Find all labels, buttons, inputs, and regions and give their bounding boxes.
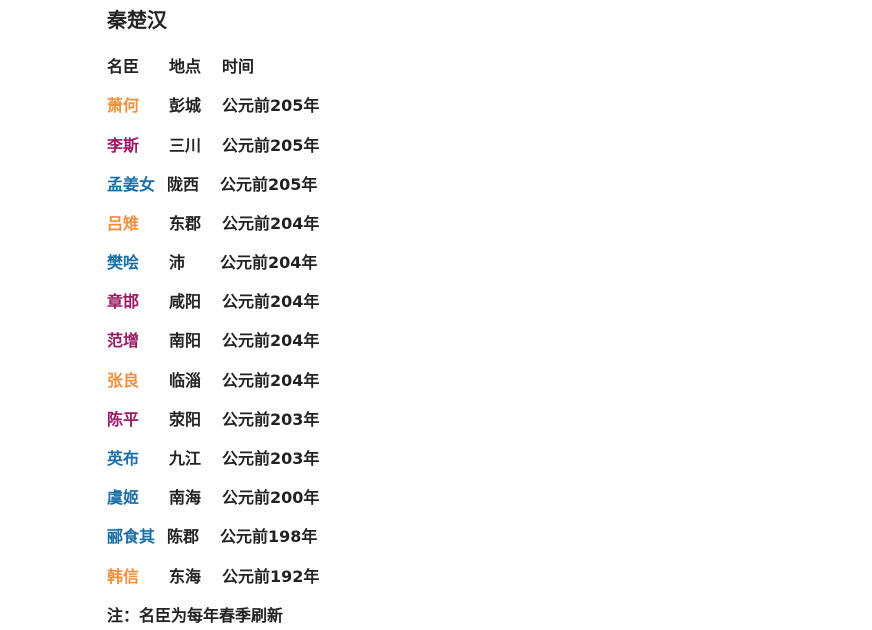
minister-name: 吕雉 [107,214,140,233]
minister-time: 公元前203年 [222,449,320,468]
minister-name: 樊哙 [107,253,140,272]
minister-name: 英布 [107,449,140,468]
minister-place: 南阳 [169,331,202,350]
table-row: 韩信 东海 公元前192年 [107,565,507,589]
minister-place: 临淄 [169,371,202,390]
minister-place: 咸阳 [169,292,202,311]
page-title: 秦楚汉 [107,8,167,32]
header-time: 时间 [222,57,255,76]
minister-place: 陈郡 [167,527,200,546]
table-row: 英布 九江 公元前203年 [107,447,507,471]
minister-time: 公元前204年 [222,292,320,311]
minister-place: 南海 [169,488,202,507]
table-row: 郦食其 陈郡 公元前198年 [107,525,507,549]
minister-time: 公元前204年 [222,331,320,350]
minister-name: 虞姬 [107,488,140,507]
minister-time: 公元前204年 [220,253,318,272]
minister-place: 东海 [169,567,202,586]
minister-name: 陈平 [107,410,140,429]
minister-place: 荥阳 [169,410,202,429]
minister-name: 孟姜女 [107,175,156,194]
minister-place: 九江 [169,449,202,468]
minister-time: 公元前205年 [222,136,320,155]
minister-time: 公元前204年 [222,371,320,390]
table-row: 樊哙 沛 公元前204年 [107,251,507,275]
header-name: 名臣 [107,57,140,76]
minister-time: 公元前205年 [220,175,318,194]
minister-place: 陇西 [167,175,200,194]
table-header: 名臣 地点 时间 [107,55,507,79]
table-row: 孟姜女 陇西 公元前205年 [107,173,507,197]
table-row: 陈平 荥阳 公元前203年 [107,408,507,432]
table-row: 李斯 三川 公元前205年 [107,134,507,158]
minister-name: 韩信 [107,567,140,586]
minister-time: 公元前200年 [222,488,320,507]
minister-place: 彭城 [169,96,202,115]
minister-time: 公元前203年 [222,410,320,429]
minister-place: 三川 [169,136,202,155]
footnote: 注：名臣为每年春季刷新 [107,606,284,625]
minister-time: 公元前204年 [222,214,320,233]
table-row: 张良 临淄 公元前204年 [107,369,507,393]
minister-name: 张良 [107,371,140,390]
minister-place: 东郡 [169,214,202,233]
minister-place: 沛 [169,253,186,272]
minister-name: 李斯 [107,136,140,155]
table-row: 萧何 彭城 公元前205年 [107,94,507,118]
table-row: 章邯 咸阳 公元前204年 [107,290,507,314]
header-place: 地点 [169,57,202,76]
minister-name: 郦食其 [107,527,156,546]
minister-name: 章邯 [107,292,140,311]
table-row: 虞姬 南海 公元前200年 [107,486,507,510]
table-row: 范增 南阳 公元前204年 [107,329,507,353]
minister-name: 范增 [107,331,140,350]
table-row: 吕雉 东郡 公元前204年 [107,212,507,236]
minister-name: 萧何 [107,96,140,115]
minister-time: 公元前205年 [222,96,320,115]
minister-time: 公元前198年 [220,527,318,546]
minister-time: 公元前192年 [222,567,320,586]
